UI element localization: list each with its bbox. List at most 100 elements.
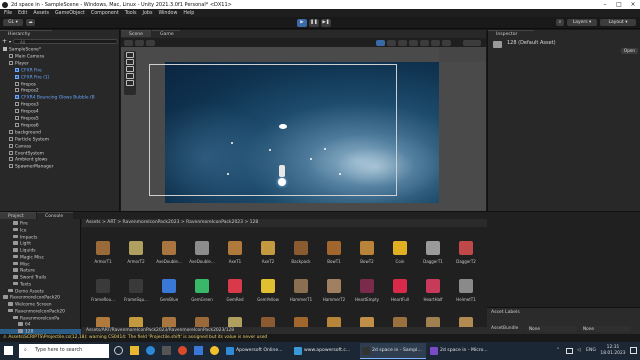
asset-variant-select[interactable]: None (581, 326, 631, 332)
account-button[interactable]: GL ▾ (3, 19, 23, 26)
pause-button[interactable]: ❚❚ (309, 18, 319, 27)
hierarchy-item[interactable]: Player (0, 60, 120, 68)
play-button[interactable]: ▶ (297, 18, 307, 27)
scene-search-input[interactable] (463, 39, 481, 46)
asset-item[interactable]: ArmorT1 (88, 239, 118, 277)
2d-toggle[interactable] (376, 39, 385, 46)
project-breadcrumb[interactable]: Assets > ART > RavenmoreIconPack2023 > R… (82, 219, 487, 227)
network-icon[interactable] (566, 348, 573, 354)
hierarchy-search-input[interactable]: All (13, 38, 118, 45)
status-bar[interactable]: ⚠ Assets\SCRIPTS\Projectile.cs(12,18): w… (0, 334, 640, 342)
global-icon[interactable] (135, 39, 144, 46)
lighting-toggle[interactable] (387, 39, 396, 46)
asset-item[interactable]: GemBlue (154, 277, 184, 315)
browser-icon[interactable] (178, 346, 187, 355)
taskbar-app-button[interactable]: www.apowersoft.c... (292, 343, 358, 359)
hierarchy-item[interactable]: firepos6 (0, 122, 120, 130)
gizmos-icon[interactable] (442, 39, 451, 46)
hierarchy-item[interactable]: firepos (0, 81, 120, 89)
search-icon[interactable]: ⌕ (556, 19, 564, 26)
asset-item[interactable]: GemGreen (187, 277, 217, 315)
hierarchy-item[interactable]: Particle System (0, 136, 120, 144)
hierarchy-item[interactable]: firepos3 (0, 102, 120, 109)
chevron-down-icon[interactable]: ▾ (9, 39, 11, 44)
step-button[interactable]: ▶❚ (321, 18, 331, 27)
hierarchy-item[interactable]: SpawnerManager (0, 164, 120, 171)
asset-item[interactable]: ArmorT2 (121, 239, 151, 277)
windows-start-icon[interactable] (4, 346, 13, 355)
taskbar-clock[interactable]: 12:31 18.01.2023 (600, 345, 626, 357)
audio-toggle[interactable] (398, 39, 407, 46)
store-icon[interactable] (162, 346, 171, 355)
hierarchy-item[interactable]: Main Camera (0, 53, 120, 61)
tab-scene[interactable]: Scene (121, 30, 151, 37)
hierarchy-item[interactable]: Canvas (0, 143, 120, 151)
menu-gameobject[interactable]: GameObject (52, 11, 88, 16)
hand-tool-icon[interactable] (126, 52, 134, 58)
asset-item[interactable]: Coin (385, 239, 415, 277)
pivot-icon[interactable] (124, 39, 133, 46)
asset-item[interactable]: AxeT2 (253, 239, 283, 277)
hierarchy-item[interactable]: CFXR Fire (0, 67, 120, 75)
tab-game[interactable]: Game (152, 30, 180, 37)
asset-item[interactable]: HeartFull (385, 277, 415, 315)
menu-jobs[interactable]: Jobs (140, 11, 156, 16)
asset-item[interactable]: GemRed (220, 277, 250, 315)
tab-console[interactable]: Console (37, 212, 73, 219)
asset-item[interactable]: HammerT2 (319, 277, 349, 315)
hierarchy-item[interactable]: CFXR Fire (1) (0, 74, 120, 82)
asset-item[interactable]: HeartEmpty (352, 277, 382, 315)
layout-dropdown[interactable]: Layout ▾ (600, 19, 636, 26)
tab-inspector[interactable]: Inspector (488, 30, 534, 37)
close-icon[interactable]: × (626, 0, 640, 9)
asset-item[interactable]: AxeDouble... (187, 239, 217, 277)
asset-item[interactable]: AxeT1 (220, 239, 250, 277)
hierarchy-item[interactable]: SampleScene* (0, 47, 120, 54)
asset-item[interactable]: FrameSqu... (121, 277, 151, 315)
menu-window[interactable]: Window (155, 11, 180, 16)
asset-item[interactable]: BowT1 (319, 239, 349, 277)
edge-icon[interactable] (146, 346, 155, 355)
file-explorer-icon[interactable] (130, 346, 139, 355)
taskbar-app-button[interactable]: Apowersoft Online... (224, 343, 290, 359)
hierarchy-item[interactable]: Ambient glows (0, 157, 120, 164)
volume-icon[interactable]: ◁ (577, 342, 581, 360)
asset-item[interactable]: AxeDouble... (154, 239, 184, 277)
hierarchy-item[interactable]: firepos5 (0, 116, 120, 123)
asset-item[interactable]: Backpack (286, 239, 316, 277)
grid-snap-icon[interactable] (146, 39, 155, 46)
asset-item[interactable]: DaggerT1 (418, 239, 448, 277)
cloud-icon[interactable]: ☁ (26, 19, 35, 26)
asset-item[interactable]: FrameRou... (88, 277, 118, 315)
taskbar-search-input[interactable]: ⌕ Type here to search (19, 344, 109, 358)
menu-component[interactable]: Component (88, 11, 122, 16)
menu-assets[interactable]: Assets (30, 11, 52, 16)
rect-tool-icon[interactable] (126, 80, 134, 86)
asset-item[interactable]: HeartHalf (418, 277, 448, 315)
scale-tool-icon[interactable] (126, 73, 134, 79)
effects-toggle[interactable] (409, 39, 418, 46)
menu-help[interactable]: Help (180, 11, 197, 16)
hierarchy-item[interactable]: firepos2 (0, 88, 120, 95)
hierarchy-item[interactable]: firepos4 (0, 109, 120, 116)
asset-bundle-select[interactable]: None (527, 326, 577, 332)
asset-item[interactable]: HammerT1 (286, 277, 316, 315)
tab-hierarchy[interactable]: Hierarchy (0, 30, 52, 37)
menu-edit[interactable]: Edit (15, 11, 30, 16)
hierarchy-item[interactable]: EventSystem (0, 150, 120, 158)
hidden-objects-toggle[interactable] (420, 39, 429, 46)
mail-icon[interactable] (194, 346, 203, 355)
asset-item[interactable]: GemYellow (253, 277, 283, 315)
add-icon[interactable]: + (2, 38, 7, 45)
menu-file[interactable]: File (1, 11, 15, 16)
maximize-icon[interactable]: □ (612, 0, 626, 9)
open-button[interactable]: Open (621, 48, 638, 54)
camera-icon[interactable] (431, 39, 440, 46)
rotate-tool-icon[interactable] (126, 66, 134, 72)
minimize-icon[interactable]: – (598, 0, 612, 9)
asset-item[interactable]: DaggerT2 (451, 239, 481, 277)
taskbar-app-button[interactable]: 2d space in - Micro... (428, 343, 494, 359)
chrome-icon[interactable] (210, 346, 219, 355)
asset-item[interactable]: HelmetT1 (451, 277, 481, 315)
asset-item[interactable]: BowT2 (352, 239, 382, 277)
